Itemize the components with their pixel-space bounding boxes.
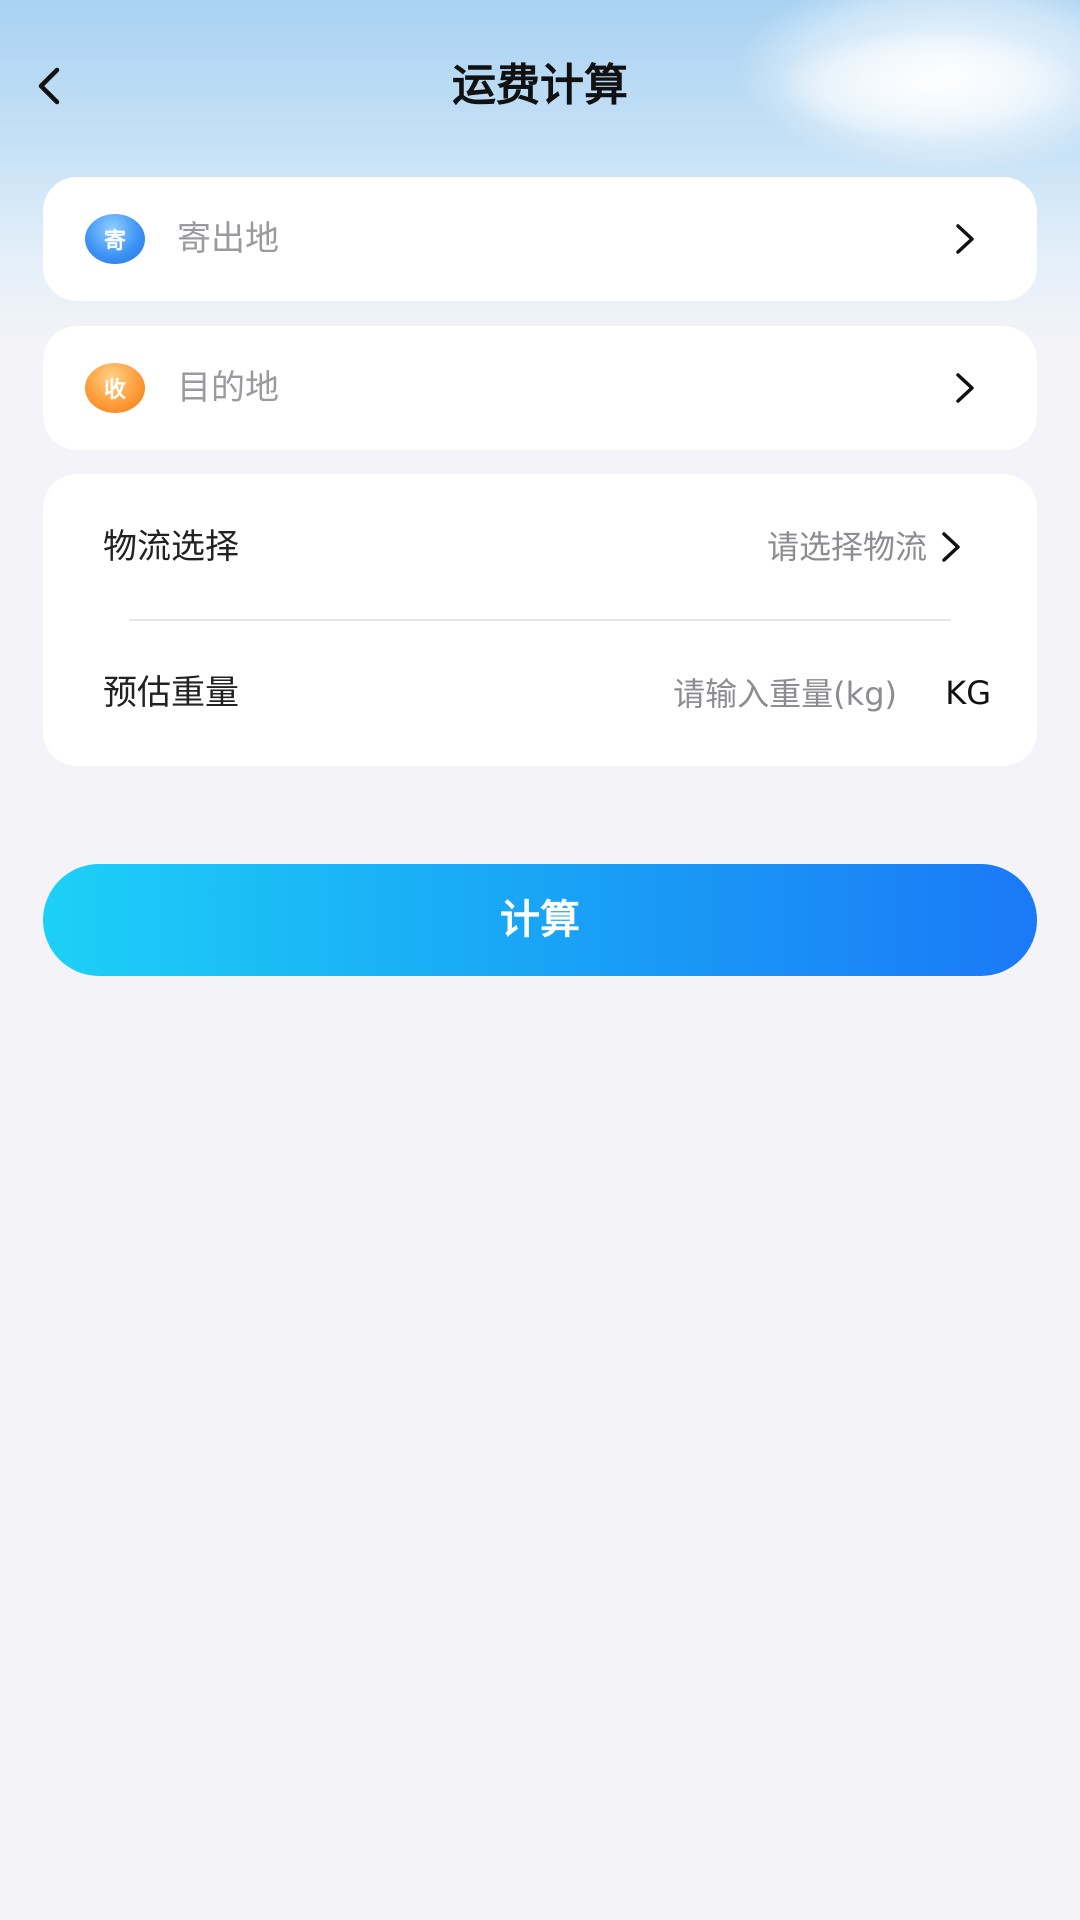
weight-unit: KG	[945, 674, 991, 712]
weight-label: 预估重量	[103, 673, 239, 713]
logistics-row[interactable]: 物流选择 请选择物流	[43, 474, 1037, 621]
chevron-right-icon	[945, 368, 985, 408]
logistics-label: 物流选择	[103, 527, 239, 567]
chevron-right-icon	[931, 527, 971, 567]
calculate-button[interactable]: 计算	[43, 864, 1037, 976]
back-button[interactable]	[22, 58, 78, 114]
chevron-right-icon	[945, 219, 985, 259]
weight-row: 预估重量 KG	[43, 620, 1037, 766]
origin-selector[interactable]: 寄 寄出地	[43, 177, 1037, 301]
destination-selector[interactable]: 收 目的地	[43, 326, 1037, 450]
logistics-placeholder: 请选择物流	[766, 528, 927, 566]
destination-badge: 收	[85, 363, 145, 413]
chevron-left-icon	[38, 67, 60, 105]
origin-placeholder: 寄出地	[177, 219, 279, 259]
origin-badge: 寄	[85, 214, 145, 264]
page-title: 运费计算	[452, 60, 628, 111]
shipping-options-card: 物流选择 请选择物流 预估重量 KG	[43, 474, 1037, 766]
top-bar: 运费计算	[0, 40, 1080, 132]
destination-placeholder: 目的地	[177, 368, 279, 408]
weight-input[interactable]	[595, 668, 899, 720]
